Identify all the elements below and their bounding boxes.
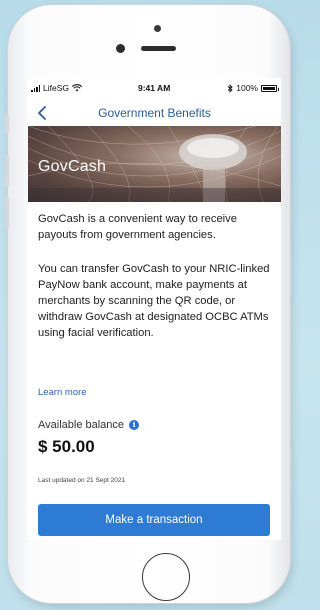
nav-bar: Government Benefits [28,100,281,126]
app-screen: LifeSG 9:41 AM 100% Government Benefits [28,78,281,540]
mute-switch [5,115,9,133]
volume-up-button [5,155,9,187]
status-right: 100% [227,83,279,93]
details-paragraph: You can transfer GovCash to your NRIC-li… [38,263,270,339]
status-bar: LifeSG 9:41 AM 100% [28,78,281,98]
status-time: 9:41 AM [138,83,171,93]
hero-title: GovCash [38,158,107,175]
balance-label-row: Available balance i [38,419,140,431]
volume-down-button [5,197,9,229]
earpiece-speaker [141,46,176,51]
balance-label: Available balance [38,419,125,431]
learn-more-link[interactable]: Learn more [38,387,87,398]
battery-icon [261,84,279,92]
carrier-name: LifeSG [43,83,69,93]
signal-icon [31,84,40,92]
intro-paragraph: GovCash is a convenient way to receive p… [38,213,237,241]
page-title: Government Benefits [98,106,211,120]
wifi-icon [72,84,82,92]
info-icon[interactable]: i [129,420,140,430]
home-button[interactable] [142,553,190,601]
hero-banner: GovCash [28,126,281,202]
sensor-dot [154,25,161,32]
front-camera [116,44,125,53]
balance-value: $ 50.00 [38,437,95,456]
make-transaction-button[interactable]: Make a transaction [38,504,270,536]
last-updated-text: Last updated on 21 Sept 2021 [38,477,126,484]
bluetooth-icon [227,83,233,93]
status-left: LifeSG [31,83,82,93]
battery-percent: 100% [236,83,258,93]
